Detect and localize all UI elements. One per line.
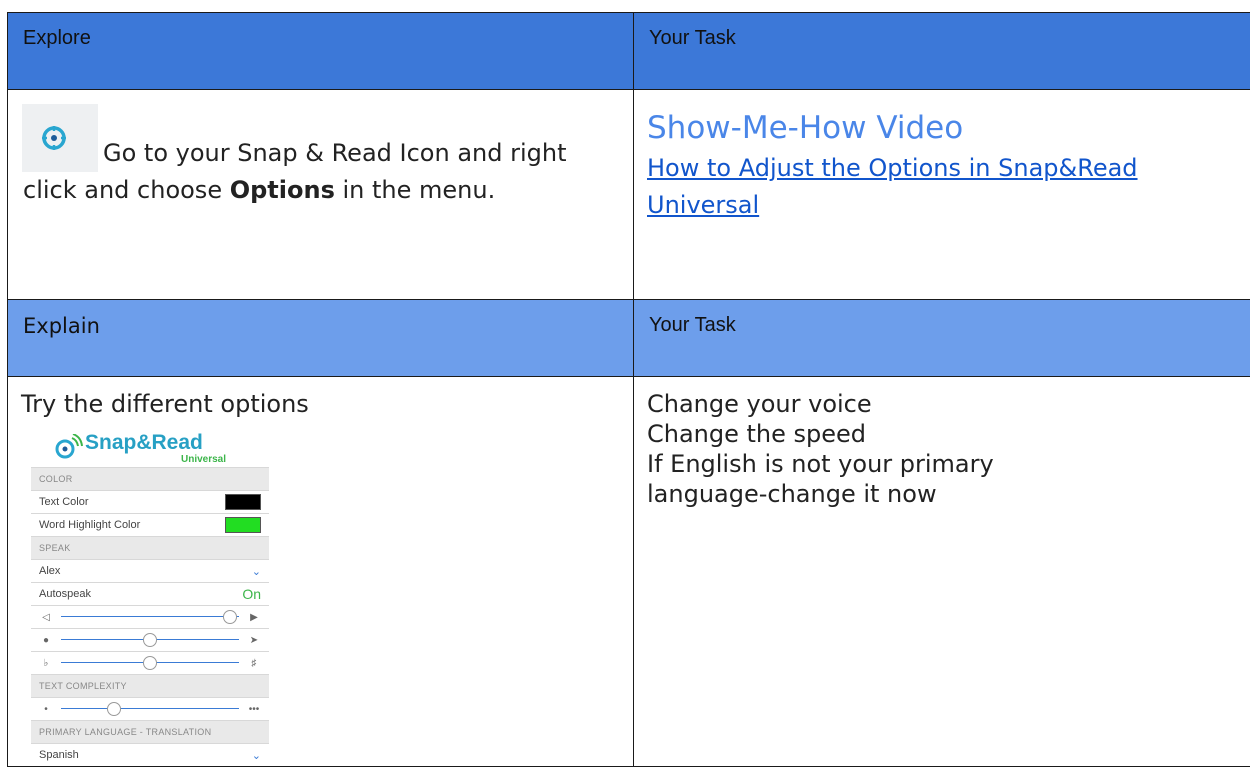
explain-row: Try the different options Snap&Read Univ… [8, 377, 1250, 767]
explain-text: Try the different options [21, 389, 623, 419]
task1-cell: Show-Me-How Video How to Adjust the Opti… [634, 90, 1250, 300]
complexity-slider [61, 698, 239, 720]
chevron-down-icon: ⌄ [252, 749, 261, 762]
task-line: Change your voice [647, 389, 1249, 419]
color-section: COLOR [31, 467, 269, 490]
speed-slider [61, 629, 239, 651]
text-color-row: Text Color [31, 490, 269, 513]
sharp-icon: ♯ [247, 658, 261, 669]
pitch-slider-row: ♭ ♯ [31, 651, 269, 674]
text-color-swatch [225, 494, 261, 510]
volume-slider [61, 606, 239, 628]
language-row: Spanish ⌄ [31, 743, 269, 766]
volume-high-icon: ▶ [247, 612, 261, 623]
explore-text-post: in the menu. [335, 176, 495, 204]
voice-row: Alex ⌄ [31, 559, 269, 582]
panel-logo-text: Snap&Read [85, 431, 203, 455]
options-bold: Options [230, 176, 335, 204]
video-link[interactable]: How to Adjust the Options in Snap&Read U… [634, 148, 1250, 224]
explore-cell: Go to your Snap & Read Icon and right cl… [8, 90, 634, 300]
language-value: Spanish [39, 749, 79, 761]
lesson-table: Explore Your Task Go to your Snap & Read… [7, 12, 1250, 767]
video-title: Show-Me-How Video [634, 90, 1250, 148]
task-line: Change the speed [647, 419, 1249, 449]
color-section-label: COLOR [39, 474, 73, 484]
document-page: Explore Your Task Go to your Snap & Read… [0, 0, 1250, 765]
your-task-header: Your Task [634, 13, 1250, 90]
task-line: If English is not your primary [647, 449, 1249, 479]
explain-header: Explain [8, 300, 634, 377]
chevron-down-icon: ⌄ [252, 565, 261, 578]
snap-read-icon [22, 104, 98, 172]
task-line: language-change it now [647, 479, 1249, 509]
bird-icon: ➤ [247, 635, 261, 646]
header-row-explain: Explain Your Task [8, 300, 1250, 377]
autospeak-row: Autospeak On [31, 582, 269, 605]
voice-value: Alex [39, 565, 60, 577]
highlight-color-row: Word Highlight Color [31, 513, 269, 536]
complexity-section-label: TEXT COMPLEXITY [39, 681, 127, 691]
speak-section-label: SPEAK [39, 543, 71, 553]
your-task-header-2: Your Task [634, 300, 1250, 377]
explore-row: Go to your Snap & Read Icon and right cl… [8, 90, 1250, 300]
speak-section: SPEAK [31, 536, 269, 559]
task2-cell: Change your voice Change the speed If En… [634, 377, 1250, 767]
volume-slider-row: ◁ ▶ [31, 605, 269, 628]
language-section: PRIMARY LANGUAGE - TRANSLATION [31, 720, 269, 743]
speed-slider-row: ● ➤ [31, 628, 269, 651]
header-row-explore: Explore Your Task [8, 13, 1250, 90]
text-color-label: Text Color [39, 496, 89, 508]
autospeak-label: Autospeak [39, 588, 91, 600]
turtle-icon: ● [39, 635, 53, 646]
panel-logo: Snap&Read Universal [31, 425, 269, 467]
explore-header: Explore [8, 13, 634, 90]
snap-read-logo-icon [53, 434, 83, 460]
options-panel-image: Snap&Read Universal COLOR Text Color Wor… [31, 425, 269, 766]
dot-icon: • [39, 704, 53, 715]
autospeak-value: On [242, 586, 261, 602]
volume-low-icon: ◁ [39, 612, 53, 623]
highlight-color-swatch [225, 517, 261, 533]
language-section-label: PRIMARY LANGUAGE - TRANSLATION [39, 727, 211, 737]
complexity-section: TEXT COMPLEXITY [31, 674, 269, 697]
flat-icon: ♭ [39, 658, 53, 669]
explain-cell: Try the different options Snap&Read Univ… [8, 377, 634, 767]
highlight-color-label: Word Highlight Color [39, 519, 140, 531]
pitch-slider [61, 652, 239, 674]
explore-instructions: Go to your Snap & Read Icon and right cl… [23, 104, 623, 209]
complexity-slider-row: • ••• [31, 697, 269, 720]
dots-icon: ••• [247, 704, 261, 715]
panel-logo-sub: Universal [181, 454, 226, 465]
